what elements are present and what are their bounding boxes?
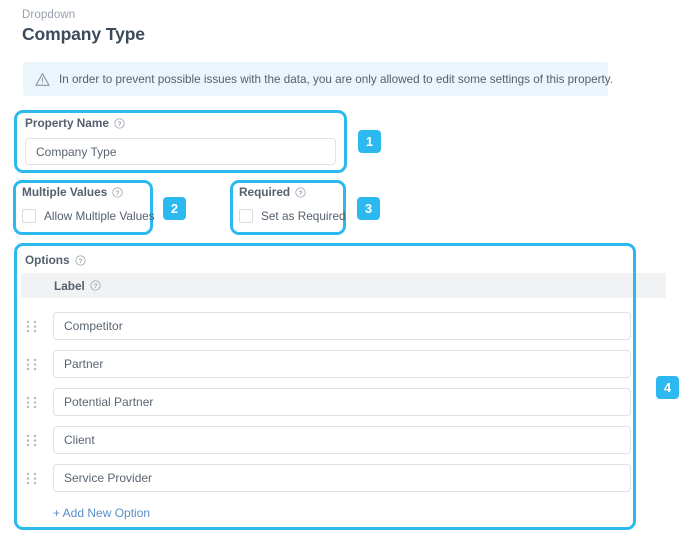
drag-handle-icon[interactable] xyxy=(26,358,37,371)
option-input[interactable] xyxy=(53,464,631,492)
set-as-required-checkbox[interactable] xyxy=(239,209,253,223)
options-label: Options ? xyxy=(25,253,86,267)
warning-triangle-icon xyxy=(35,72,50,86)
property-name-label-text: Property Name xyxy=(25,116,109,130)
option-input[interactable] xyxy=(53,350,631,378)
help-circle-icon[interactable]: ? xyxy=(295,186,306,198)
property-name-label: Property Name ? xyxy=(25,116,125,130)
set-as-required-row[interactable]: Set as Required xyxy=(239,209,346,223)
svg-text:?: ? xyxy=(116,190,120,197)
options-label-text: Options xyxy=(25,253,70,267)
page-header: Dropdown Company Type xyxy=(22,8,145,46)
drag-handle-icon[interactable] xyxy=(26,320,37,333)
option-row xyxy=(26,350,636,378)
add-new-option-link[interactable]: + Add New Option xyxy=(53,506,150,521)
help-circle-icon[interactable]: ? xyxy=(112,186,123,198)
svg-text:?: ? xyxy=(78,258,82,265)
help-circle-icon[interactable]: ? xyxy=(114,117,125,129)
option-row xyxy=(26,388,636,416)
alert-message: In order to prevent possible issues with… xyxy=(59,72,613,86)
option-row xyxy=(26,464,636,492)
option-input[interactable] xyxy=(53,388,631,416)
option-input[interactable] xyxy=(53,312,631,340)
property-name-input[interactable] xyxy=(25,138,336,165)
option-input[interactable] xyxy=(53,426,631,454)
callout-badge-4: 4 xyxy=(656,376,679,399)
callout-badge-3: 3 xyxy=(357,197,380,220)
help-circle-icon[interactable]: ? xyxy=(74,254,86,266)
multiple-values-label-text: Multiple Values xyxy=(22,185,108,199)
callout-badge-1: 1 xyxy=(358,130,381,153)
info-alert-banner: In order to prevent possible issues with… xyxy=(23,62,613,96)
option-row xyxy=(26,426,636,454)
property-type-eyebrow: Dropdown xyxy=(22,9,76,21)
options-list xyxy=(26,312,636,502)
set-as-required-label: Set as Required xyxy=(261,209,346,223)
drag-handle-icon[interactable] xyxy=(26,434,37,447)
callout-badge-2: 2 xyxy=(163,197,186,220)
multiple-values-label: Multiple Values ? xyxy=(22,185,123,199)
option-row xyxy=(26,312,636,340)
page-title: Company Type xyxy=(22,24,145,44)
drag-handle-icon[interactable] xyxy=(26,396,37,409)
drag-handle-icon[interactable] xyxy=(26,472,37,485)
allow-multiple-values-label: Allow Multiple Values xyxy=(44,209,155,223)
allow-multiple-values-row[interactable]: Allow Multiple Values xyxy=(22,209,155,223)
required-label-text: Required xyxy=(239,185,291,199)
svg-text:?: ? xyxy=(117,121,121,128)
svg-text:?: ? xyxy=(299,190,303,197)
required-label: Required ? xyxy=(239,185,306,199)
allow-multiple-values-checkbox[interactable] xyxy=(22,209,36,223)
